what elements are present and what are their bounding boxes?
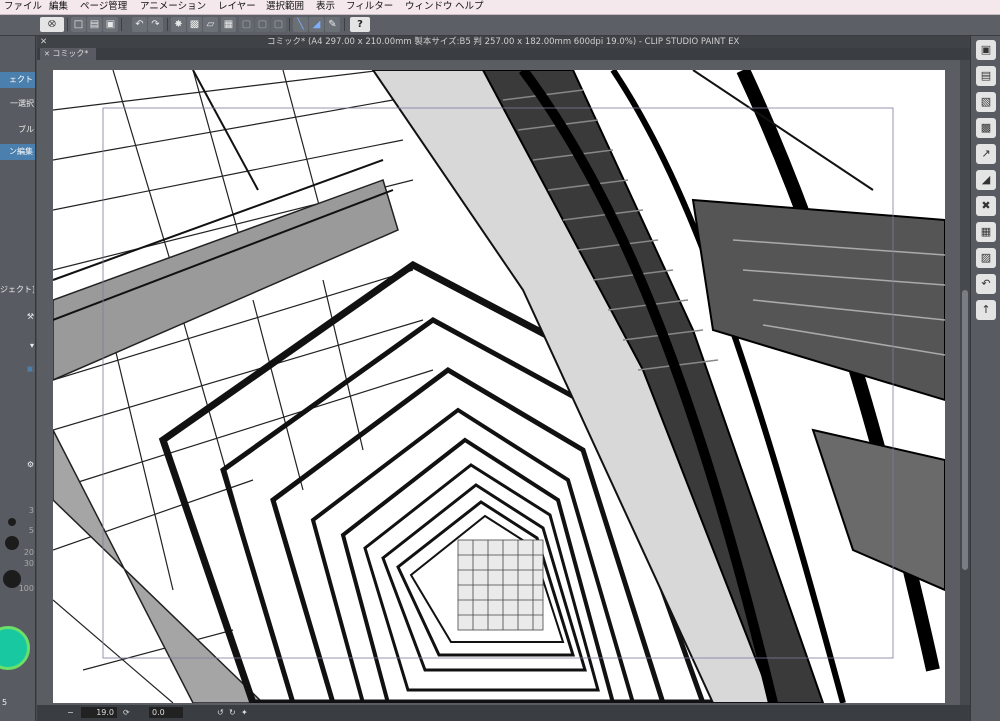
brush-size-100[interactable]: 100 xyxy=(0,584,34,593)
menu-edit[interactable]: 編集 xyxy=(49,0,68,14)
menu-animation[interactable]: アニメーション xyxy=(140,0,206,14)
right-tool-panel: ▣ ▤ ▧ ▩ ↗ ◢ ✖ ▦ ▨ ↶ ↑ xyxy=(970,36,1000,721)
grid-icon[interactable]: ▦ xyxy=(221,17,236,32)
material-icon[interactable]: ▦ xyxy=(976,222,996,242)
undo-icon[interactable]: ↶ xyxy=(132,17,147,32)
menu-view[interactable]: 表示 xyxy=(316,0,335,14)
ruler-icon[interactable]: ╲ xyxy=(293,17,308,32)
rotation-field[interactable]: 0.0 xyxy=(149,707,183,718)
document-tab-bar: ✕ コミック* xyxy=(37,48,970,60)
brush-size-3[interactable]: 3 xyxy=(0,506,34,515)
window-title: コミック* (A4 297.00 x 210.00mm 製本サイズ:B5 判 2… xyxy=(267,37,740,47)
settings-icon[interactable]: ⚙ xyxy=(0,460,34,469)
menu-window[interactable]: ウィンドウ xyxy=(405,0,453,14)
sub-tool-table[interactable]: ブル xyxy=(0,124,34,135)
panel-toggle-icon[interactable]: ▣ xyxy=(976,40,996,60)
help-icon[interactable]: ? xyxy=(350,17,370,32)
sub-tool-object[interactable]: ェクト xyxy=(0,72,35,88)
zoom-field[interactable]: 19.0 xyxy=(81,707,117,718)
scrollbar-thumb[interactable] xyxy=(962,290,968,570)
history-icon[interactable]: ↶ xyxy=(976,274,996,294)
menu-help[interactable]: ヘルプ xyxy=(455,0,484,14)
image-icon[interactable]: ▨ xyxy=(976,248,996,268)
pen-icon[interactable]: ✎ xyxy=(325,17,340,32)
zoom-out-icon[interactable]: − xyxy=(67,705,74,721)
toolbar-separator xyxy=(167,18,168,31)
command-bar: ⭙ □ ▤ ▣ ↶ ↷ ✸ ▩ ▱ ▦ ▢ ▢ ▢ ╲ ◢ ✎ ? xyxy=(0,15,1000,36)
manga-artwork xyxy=(53,70,945,703)
save-icon[interactable]: ▣ xyxy=(103,17,118,32)
flip-icon[interactable]: ✦ xyxy=(241,705,248,721)
navigator-icon[interactable]: ▩ xyxy=(976,118,996,138)
brush-size-30[interactable]: 30 xyxy=(0,559,34,568)
menu-bar: ファイル 編集 ページ管理 アニメーション レイヤー 選択範囲 表示 フィルター… xyxy=(0,0,1000,15)
brush-size-dot[interactable] xyxy=(8,518,16,526)
tab-comic[interactable]: ✕ コミック* xyxy=(40,48,97,60)
redo-icon[interactable]: ↷ xyxy=(148,17,163,32)
menu-page[interactable]: ページ管理 xyxy=(80,0,127,14)
layer-icon[interactable]: ▧ xyxy=(976,92,996,112)
brush-size-5[interactable]: 5 xyxy=(0,526,34,535)
rotate-left-icon[interactable]: ↺ xyxy=(217,705,224,721)
toolbar-separator xyxy=(344,18,345,31)
toolbar-separator xyxy=(289,18,290,31)
tab-label: コミック* xyxy=(52,49,89,58)
close-icon[interactable]: ✕ xyxy=(40,36,47,48)
toolbar-separator xyxy=(67,18,68,31)
toolbar-separator xyxy=(121,18,122,31)
rotate-right-icon[interactable]: ↻ xyxy=(229,705,236,721)
eraser-icon[interactable]: ▱ xyxy=(203,17,218,32)
canvas-page[interactable] xyxy=(53,70,945,703)
transform-icon[interactable]: ✖ xyxy=(976,196,996,216)
pin-icon[interactable]: ↑ xyxy=(976,300,996,320)
tool-property-panel: ェクト 一選択 ブル ン編集 ジェクト] ⚒ ▾ ▣ ⚙ 3 5 20 30 1… xyxy=(0,36,36,721)
tab-close-icon[interactable]: ✕ xyxy=(44,50,50,58)
zoom-reset-icon[interactable]: ⟳ xyxy=(123,705,130,721)
vertical-scrollbar[interactable] xyxy=(960,60,970,705)
fill-icon[interactable]: ▩ xyxy=(187,17,202,32)
sub-tool-select[interactable]: 一選択 xyxy=(0,98,34,109)
layer-property-icon[interactable]: ▤ xyxy=(976,66,996,86)
menu-file[interactable]: ファイル xyxy=(4,0,42,14)
menu-selection[interactable]: 選択範囲 xyxy=(266,0,304,14)
new-file-icon[interactable]: □ xyxy=(71,17,86,32)
transform-icon[interactable]: ✸ xyxy=(171,17,186,32)
move-layer-icon[interactable]: ↗ xyxy=(976,144,996,164)
color-wheel[interactable] xyxy=(0,626,30,670)
wrench-icon[interactable]: ⚒ xyxy=(0,312,34,321)
sub-tool-edit[interactable]: ン編集 xyxy=(0,144,35,160)
menu-filter[interactable]: フィルター xyxy=(346,0,393,14)
clip-logo-icon[interactable]: ⭙ xyxy=(40,17,64,32)
open-file-icon[interactable]: ▤ xyxy=(87,17,102,32)
snap-icon[interactable]: ◢ xyxy=(309,17,324,32)
document-title-bar: ✕ コミック* (A4 297.00 x 210.00mm 製本サイズ:B5 判… xyxy=(37,36,970,48)
layer-icon[interactable]: ▢ xyxy=(239,17,254,32)
panel-bottom-label: 5 xyxy=(2,698,8,707)
canvas-area[interactable] xyxy=(37,60,960,705)
crop-icon[interactable]: ▢ xyxy=(271,17,286,32)
color-swatch-icon[interactable]: ▣ xyxy=(0,364,34,373)
brush-size-20[interactable]: 20 xyxy=(0,548,34,557)
mask-icon[interactable]: ▢ xyxy=(255,17,270,32)
menu-layer[interactable]: レイヤー xyxy=(218,0,256,14)
dropdown-icon[interactable]: ▾ xyxy=(0,341,34,350)
tool-property-header: ジェクト] xyxy=(0,285,34,294)
ruler-icon[interactable]: ◢ xyxy=(976,170,996,190)
status-bar: − 19.0 ⟳ 0.0 ↺ ↻ ✦ xyxy=(37,705,970,721)
